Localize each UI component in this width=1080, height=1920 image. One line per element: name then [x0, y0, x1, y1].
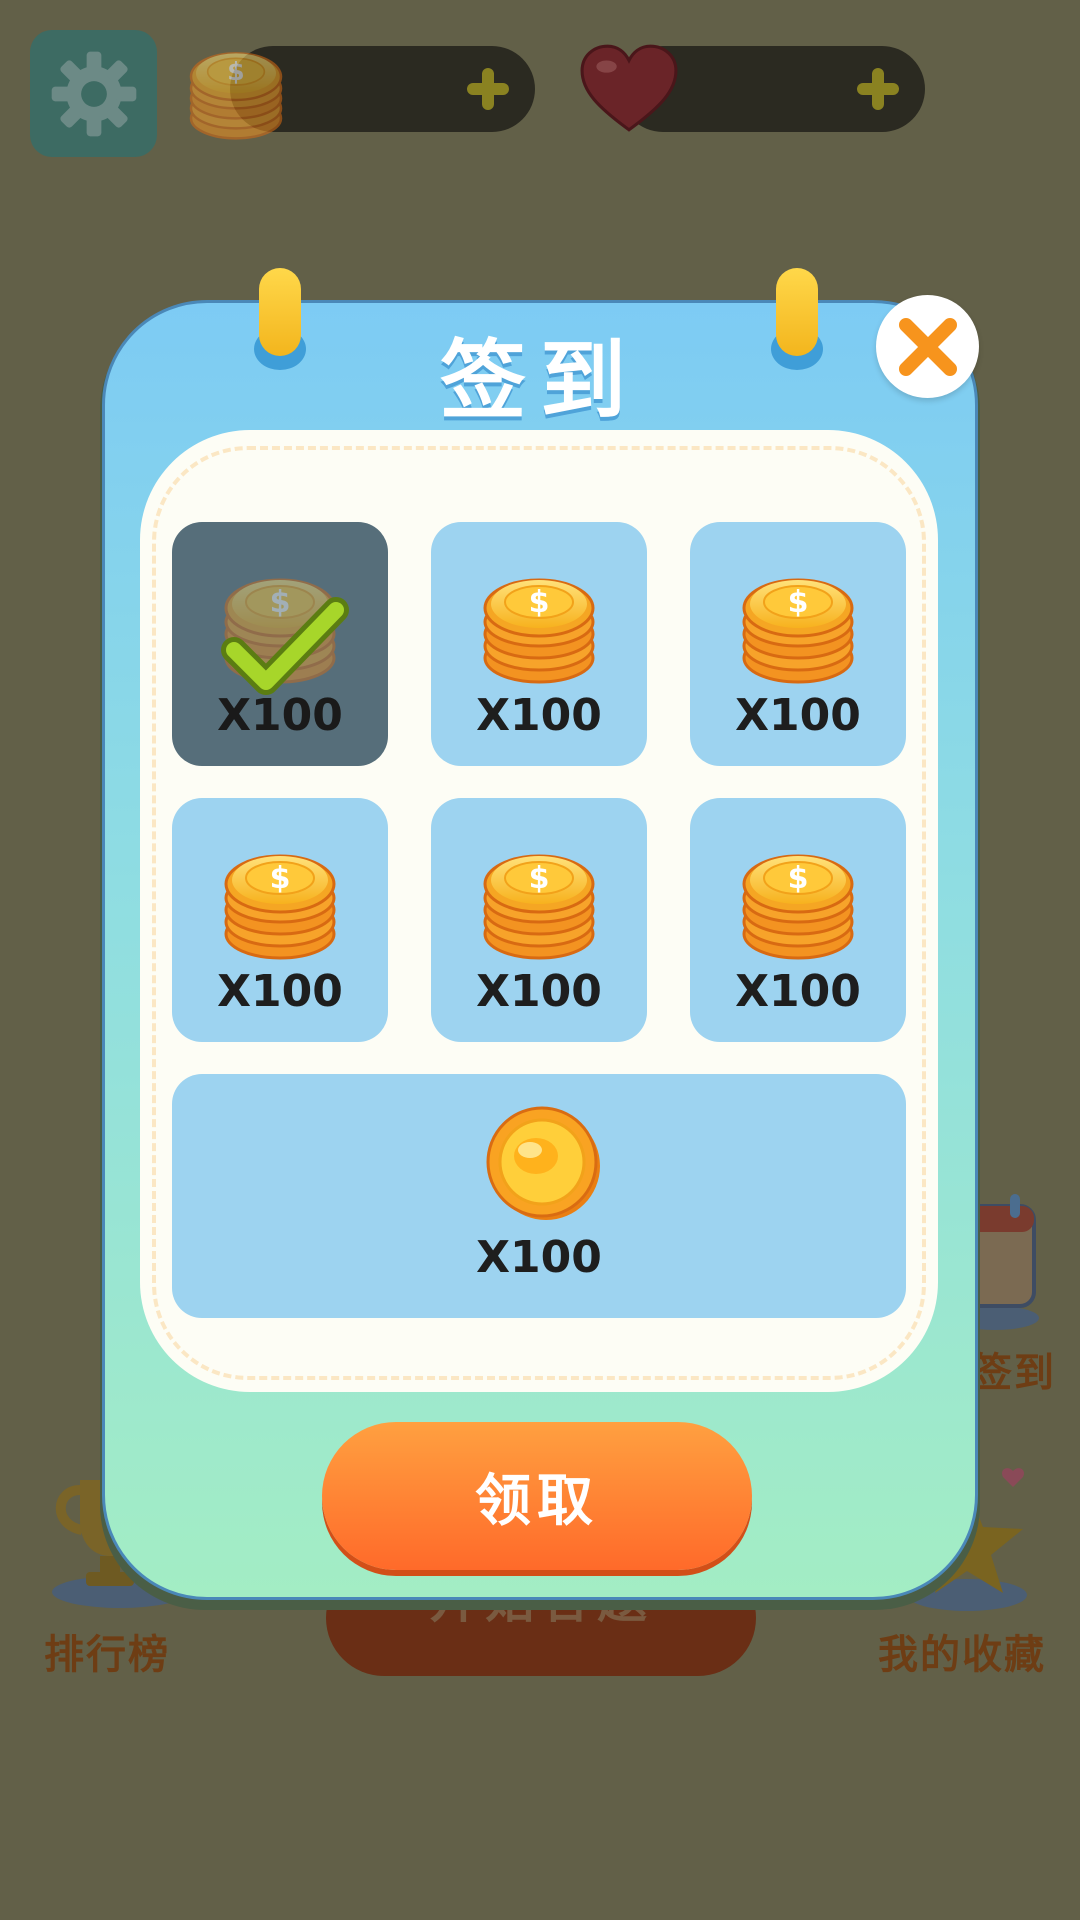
- reward-quantity: X100: [476, 690, 602, 741]
- coin-stack-icon: [742, 854, 854, 960]
- plus-icon[interactable]: [463, 64, 513, 114]
- claim-button[interactable]: 领取: [322, 1422, 752, 1570]
- heart-icon: [580, 44, 678, 132]
- day-tile-4[interactable]: X100: [172, 798, 388, 1042]
- coin-stack-icon: [189, 52, 283, 140]
- checkmark-icon: [221, 597, 349, 695]
- reward-quantity: X100: [476, 966, 602, 1017]
- settings-button[interactable]: [30, 30, 157, 157]
- coin-stack-icon: [483, 578, 595, 684]
- day-tile-7[interactable]: X100: [172, 1074, 906, 1318]
- reward-quantity: X100: [735, 966, 861, 1017]
- close-button[interactable]: [876, 295, 979, 398]
- day-tile-5[interactable]: X100: [431, 798, 647, 1042]
- reward-quantity: X100: [217, 966, 343, 1017]
- close-icon: [898, 317, 957, 376]
- reward-quantity: X100: [735, 690, 861, 741]
- day-tile-3[interactable]: X100: [690, 522, 906, 766]
- day-tile-2[interactable]: X100: [431, 522, 647, 766]
- coin-stack-icon: [224, 854, 336, 960]
- day-tile-6[interactable]: X100: [690, 798, 906, 1042]
- plus-icon[interactable]: [853, 64, 903, 114]
- day-tile-1[interactable]: X100: [172, 522, 388, 766]
- checkin-label: 签到: [972, 1350, 1056, 1396]
- coin-icon: [486, 1106, 600, 1220]
- reward-quantity: X100: [476, 1232, 602, 1283]
- coin-stack-icon: [742, 578, 854, 684]
- coin-stack-icon: [483, 854, 595, 960]
- gear-icon: [51, 51, 136, 136]
- favorites-label: 我的收藏: [878, 1632, 1046, 1678]
- leaderboard-label: 排行榜: [44, 1632, 170, 1678]
- reward-quantity: X100: [217, 690, 343, 741]
